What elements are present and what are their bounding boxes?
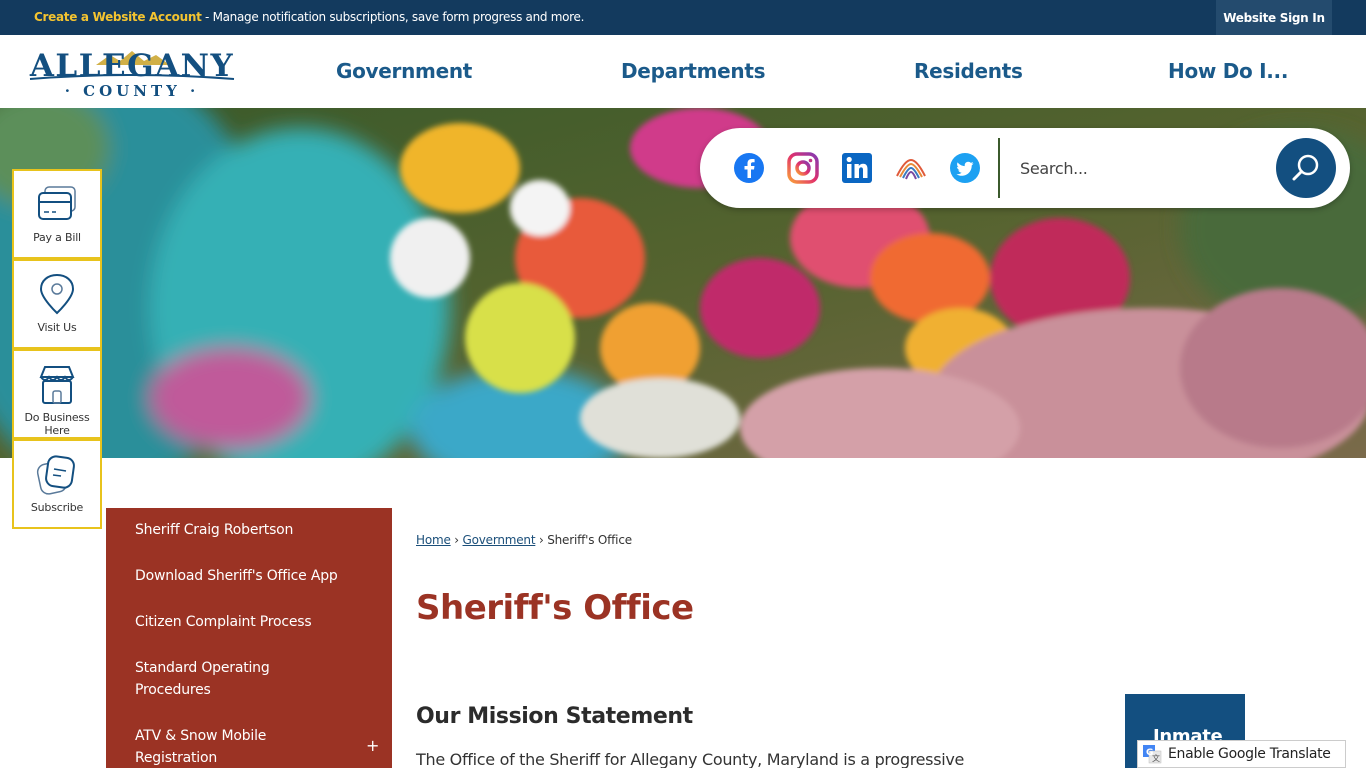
account-promo: Create a Website Account - Manage notifi… bbox=[34, 10, 584, 24]
subscribe-note-icon bbox=[36, 455, 75, 495]
nav-residents[interactable]: Residents bbox=[914, 59, 1023, 83]
breadcrumb-separator: › bbox=[454, 533, 459, 547]
quick-link-label: Pay a Bill bbox=[33, 231, 81, 244]
linkedin-icon[interactable] bbox=[841, 152, 873, 184]
county-app-icon[interactable] bbox=[895, 152, 927, 184]
svg-text:文: 文 bbox=[1152, 753, 1160, 763]
quick-link-visit-us[interactable]: Visit Us bbox=[12, 259, 102, 349]
nav-how-do-i[interactable]: How Do I... bbox=[1168, 59, 1288, 83]
breadcrumb-separator: › bbox=[538, 533, 544, 547]
storefront-icon bbox=[39, 366, 75, 404]
twitter-icon[interactable] bbox=[949, 152, 981, 184]
side-item-download-app[interactable]: Download Sheriff's Office App bbox=[135, 565, 345, 587]
side-item-atv-snow-mobile[interactable]: ATV & Snow Mobile Registration bbox=[135, 725, 305, 768]
quick-link-label: Subscribe bbox=[30, 501, 84, 514]
quick-link-subscribe[interactable]: Subscribe bbox=[12, 439, 102, 529]
allegany-county-logo[interactable]: ALLEGANY · COUNTY · bbox=[26, 41, 238, 101]
facebook-icon[interactable] bbox=[733, 152, 765, 184]
credit-card-icon bbox=[38, 186, 76, 220]
social-search-bar bbox=[700, 128, 1350, 208]
website-sign-in-button[interactable]: Website Sign In bbox=[1216, 0, 1332, 35]
mission-statement-heading: Our Mission Statement bbox=[416, 704, 693, 729]
top-bar: Create a Website Account - Manage notifi… bbox=[0, 0, 1366, 35]
side-item-citizen-complaint[interactable]: Citizen Complaint Process bbox=[135, 611, 345, 633]
breadcrumb: Home › Government › Sheriff's Office bbox=[416, 533, 632, 547]
side-item-sheriff-craig-robertson[interactable]: Sheriff Craig Robertson bbox=[135, 519, 345, 541]
sheriff-side-menu: Sheriff Craig Robertson Download Sheriff… bbox=[106, 508, 392, 768]
expand-submenu-button[interactable]: + bbox=[366, 736, 379, 755]
mission-statement-text: The Office of the Sheriff for Allegany C… bbox=[416, 750, 965, 768]
breadcrumb-government[interactable]: Government bbox=[463, 533, 536, 547]
social-search-divider bbox=[998, 138, 1000, 198]
quick-link-label: Visit Us bbox=[37, 321, 77, 334]
nav-government[interactable]: Government bbox=[336, 59, 472, 83]
nav-departments[interactable]: Departments bbox=[621, 59, 766, 83]
header: ALLEGANY · COUNTY · Government Departmen… bbox=[0, 35, 1366, 108]
translate-label: Enable Google Translate bbox=[1168, 746, 1331, 762]
instagram-icon[interactable] bbox=[787, 152, 819, 184]
promo-message: - Manage notification subscriptions, sav… bbox=[201, 10, 585, 24]
create-account-link[interactable]: Create a Website Account bbox=[34, 10, 202, 24]
google-translate-icon: G 文 bbox=[1143, 745, 1162, 764]
quick-link-pay-a-bill[interactable]: Pay a Bill bbox=[12, 169, 102, 259]
map-pin-icon bbox=[39, 273, 75, 315]
quick-link-label: Do Business Here bbox=[24, 411, 90, 437]
logo-line1: ALLEGANY bbox=[29, 48, 234, 84]
search-icon bbox=[1292, 154, 1319, 181]
quick-link-do-business-here[interactable]: Do Business Here bbox=[12, 349, 102, 439]
search-button[interactable] bbox=[1276, 138, 1336, 198]
breadcrumb-home[interactable]: Home bbox=[416, 533, 451, 547]
breadcrumb-current: Sheriff's Office bbox=[547, 533, 632, 547]
page-title: Sheriff's Office bbox=[416, 588, 694, 628]
search-input[interactable] bbox=[1020, 150, 1270, 186]
google-translate-button[interactable]: G 文 Enable Google Translate bbox=[1137, 740, 1346, 768]
side-item-standard-operating-procedures[interactable]: Standard Operating Procedures bbox=[135, 657, 305, 701]
logo-line2: · COUNTY · bbox=[65, 82, 200, 100]
